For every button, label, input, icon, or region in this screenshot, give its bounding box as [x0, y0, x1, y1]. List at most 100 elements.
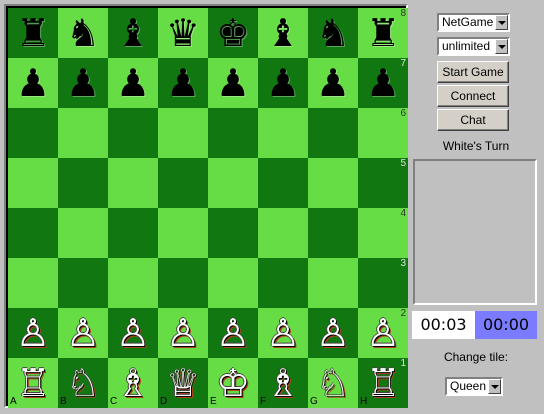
board-square-b6[interactable]: [58, 108, 108, 158]
board-square-h2[interactable]: ♙ 2: [358, 308, 408, 358]
board-square-h3[interactable]: 3: [358, 258, 408, 308]
rank-label: 8: [400, 8, 406, 19]
chevron-down-icon[interactable]: [495, 39, 508, 54]
black-bishop-icon[interactable]: ♝: [258, 8, 308, 58]
board-square-c3[interactable]: [108, 258, 158, 308]
board-square-c7[interactable]: ♟: [108, 58, 158, 108]
white-pawn-icon[interactable]: ♙: [258, 308, 308, 358]
board-square-d4[interactable]: [158, 208, 208, 258]
board-square-d7[interactable]: ♟: [158, 58, 208, 108]
board-square-h4[interactable]: 4: [358, 208, 408, 258]
board-square-b7[interactable]: ♟: [58, 58, 108, 108]
tile-select[interactable]: Queen: [445, 377, 503, 396]
black-pawn-icon[interactable]: ♟: [108, 58, 158, 108]
start-game-button[interactable]: Start Game: [437, 61, 509, 83]
board-square-a6[interactable]: [8, 108, 58, 158]
file-label: B: [60, 396, 67, 407]
board-square-f5[interactable]: [258, 158, 308, 208]
black-knight-icon[interactable]: ♞: [308, 8, 358, 58]
board-square-a2[interactable]: ♙: [8, 308, 58, 358]
board-square-a4[interactable]: [8, 208, 58, 258]
board-square-d3[interactable]: [158, 258, 208, 308]
board-square-a1[interactable]: ♖ A: [8, 358, 58, 408]
black-knight-icon[interactable]: ♞: [58, 8, 108, 58]
board-square-g2[interactable]: ♙: [308, 308, 358, 358]
change-tile-label: Change tile:: [443, 350, 509, 364]
white-pawn-icon[interactable]: ♙: [158, 308, 208, 358]
board-square-f2[interactable]: ♙: [258, 308, 308, 358]
black-pawn-icon[interactable]: ♟: [58, 58, 108, 108]
board-square-b8[interactable]: ♞: [58, 8, 108, 58]
white-pawn-icon[interactable]: ♙: [208, 308, 258, 358]
chevron-down-icon[interactable]: [488, 379, 501, 394]
connect-button[interactable]: Connect: [437, 85, 509, 107]
board-square-e5[interactable]: [208, 158, 258, 208]
board-square-d1[interactable]: ♕ D: [158, 358, 208, 408]
black-queen-icon[interactable]: ♛: [158, 8, 208, 58]
board-square-c6[interactable]: [108, 108, 158, 158]
board-square-g4[interactable]: [308, 208, 358, 258]
board-square-d2[interactable]: ♙: [158, 308, 208, 358]
board-square-e3[interactable]: [208, 258, 258, 308]
black-rook-icon[interactable]: ♜: [8, 8, 58, 58]
board-square-f1[interactable]: ♗ F: [258, 358, 308, 408]
board-square-e4[interactable]: [208, 208, 258, 258]
board-square-g6[interactable]: [308, 108, 358, 158]
board-square-c4[interactable]: [108, 208, 158, 258]
board-square-b2[interactable]: ♙: [58, 308, 108, 358]
board-square-e2[interactable]: ♙: [208, 308, 258, 358]
board-square-f8[interactable]: ♝: [258, 8, 308, 58]
white-pawn-icon[interactable]: ♙: [108, 308, 158, 358]
chess-board[interactable]: ♜ ♞ ♝ ♛ ♚ ♝ ♞ ♜ 8 ♟ ♟ ♟ ♟ ♟ ♟ ♟ ♟ 7 6 5 4 3 ♙ ♙ ♙ ♙ ♙ ♙ ♙ ♙ 2 ♖ A ♘ B ♗ C ♕ D ♔…: [8, 8, 408, 408]
board-square-b1[interactable]: ♘ B: [58, 358, 108, 408]
board-square-e7[interactable]: ♟: [208, 58, 258, 108]
black-pawn-icon[interactable]: ♟: [208, 58, 258, 108]
board-square-f6[interactable]: [258, 108, 308, 158]
tile-select-value: Queen: [450, 379, 487, 393]
board-square-h5[interactable]: 5: [358, 158, 408, 208]
board-square-h6[interactable]: 6: [358, 108, 408, 158]
board-square-f3[interactable]: [258, 258, 308, 308]
white-pawn-icon[interactable]: ♙: [58, 308, 108, 358]
board-square-e8[interactable]: ♚: [208, 8, 258, 58]
board-square-d5[interactable]: [158, 158, 208, 208]
game-mode-select[interactable]: NetGame: [437, 13, 510, 32]
black-pawn-icon[interactable]: ♟: [308, 58, 358, 108]
board-square-a3[interactable]: [8, 258, 58, 308]
board-square-g5[interactable]: [308, 158, 358, 208]
black-pawn-icon[interactable]: ♟: [8, 58, 58, 108]
chevron-down-icon[interactable]: [495, 15, 508, 30]
black-pawn-icon[interactable]: ♟: [258, 58, 308, 108]
board-square-d8[interactable]: ♛: [158, 8, 208, 58]
board-square-f7[interactable]: ♟: [258, 58, 308, 108]
board-square-c2[interactable]: ♙: [108, 308, 158, 358]
board-square-a8[interactable]: ♜: [8, 8, 58, 58]
time-limit-select[interactable]: unlimited: [437, 37, 510, 56]
chat-button[interactable]: Chat: [437, 109, 509, 131]
board-square-d6[interactable]: [158, 108, 208, 158]
black-king-icon[interactable]: ♚: [208, 8, 258, 58]
board-square-c8[interactable]: ♝: [108, 8, 158, 58]
board-square-h8[interactable]: ♜ 8: [358, 8, 408, 58]
board-square-f4[interactable]: [258, 208, 308, 258]
board-square-g7[interactable]: ♟: [308, 58, 358, 108]
black-bishop-icon[interactable]: ♝: [108, 8, 158, 58]
board-square-e1[interactable]: ♔ E: [208, 358, 258, 408]
board-square-c1[interactable]: ♗ C: [108, 358, 158, 408]
board-square-e6[interactable]: [208, 108, 258, 158]
white-pawn-icon[interactable]: ♙: [8, 308, 58, 358]
board-square-g1[interactable]: ♘ G: [308, 358, 358, 408]
board-square-g8[interactable]: ♞: [308, 8, 358, 58]
board-square-b5[interactable]: [58, 158, 108, 208]
board-square-h7[interactable]: ♟ 7: [358, 58, 408, 108]
board-square-a7[interactable]: ♟: [8, 58, 58, 108]
board-square-g3[interactable]: [308, 258, 358, 308]
board-square-b3[interactable]: [58, 258, 108, 308]
black-pawn-icon[interactable]: ♟: [158, 58, 208, 108]
white-pawn-icon[interactable]: ♙: [308, 308, 358, 358]
board-square-a5[interactable]: [8, 158, 58, 208]
board-square-h1[interactable]: ♖ 1 H: [358, 358, 408, 408]
chat-message-box[interactable]: [413, 159, 537, 305]
board-square-b4[interactable]: [58, 208, 108, 258]
board-square-c5[interactable]: [108, 158, 158, 208]
